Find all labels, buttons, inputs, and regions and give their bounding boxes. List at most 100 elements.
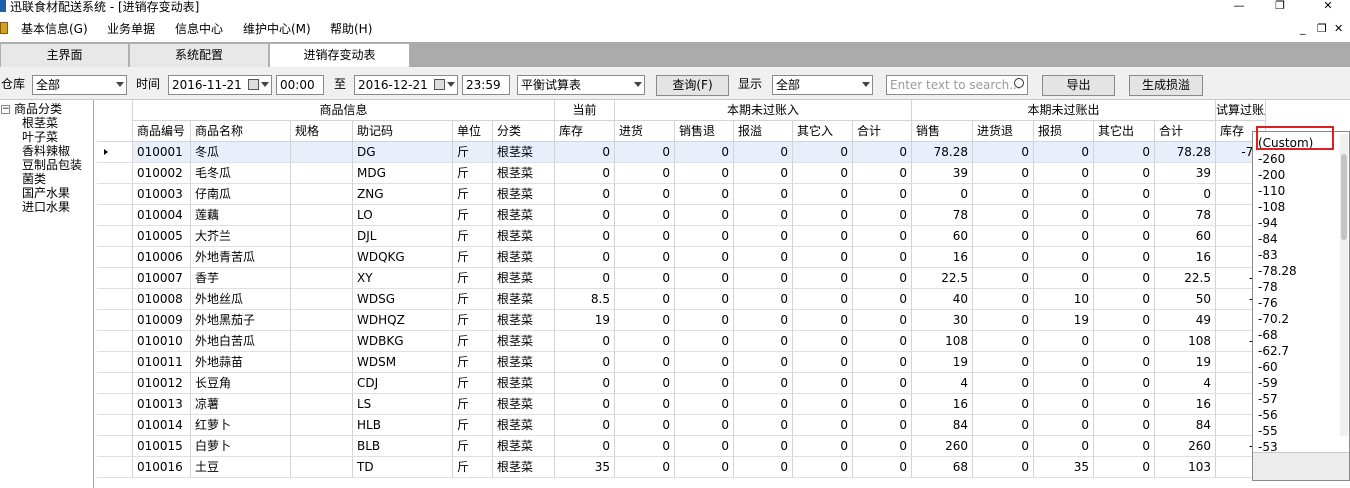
filter-option[interactable]: -260 <box>1258 151 1285 167</box>
table-cell[interactable]: 0 <box>675 310 734 331</box>
table-cell[interactable]: 0 <box>793 184 853 205</box>
table-cell[interactable]: 根茎菜 <box>493 457 555 478</box>
table-cell[interactable]: 0 <box>1034 268 1094 289</box>
table-cell[interactable]: TD <box>353 457 453 478</box>
table-cell[interactable]: MDG <box>353 163 453 184</box>
table-cell[interactable]: 斤 <box>453 163 493 184</box>
table-cell[interactable] <box>291 289 353 310</box>
table-cell[interactable]: 0 <box>1094 163 1155 184</box>
table-cell[interactable] <box>291 352 353 373</box>
table-cell[interactable]: 0 <box>853 205 912 226</box>
table-cell[interactable]: 10 <box>1034 289 1094 310</box>
table-cell[interactable]: 根茎菜 <box>493 373 555 394</box>
table-cell[interactable]: 108 <box>1155 331 1216 352</box>
mdi-close-button[interactable]: ✕ <box>1334 23 1343 35</box>
table-cell[interactable]: 0 <box>973 457 1034 478</box>
table-cell[interactable]: 根茎菜 <box>493 331 555 352</box>
table-cell[interactable]: 0 <box>793 289 853 310</box>
table-cell[interactable]: 0 <box>1094 205 1155 226</box>
table-cell[interactable]: 0 <box>973 226 1034 247</box>
table-cell[interactable]: 39 <box>1155 163 1216 184</box>
table-cell[interactable]: 根茎菜 <box>493 205 555 226</box>
table-cell[interactable]: 0 <box>853 331 912 352</box>
table-cell[interactable]: 0 <box>615 289 675 310</box>
table-cell[interactable]: 0 <box>675 457 734 478</box>
menu-maintenance[interactable]: 维护中心(M) <box>243 21 311 37</box>
table-cell[interactable]: 0 <box>734 436 793 457</box>
table-cell[interactable]: 0 <box>615 415 675 436</box>
table-cell[interactable]: 0 <box>1094 394 1155 415</box>
table-cell[interactable]: 斤 <box>453 268 493 289</box>
table-cell[interactable]: 0 <box>615 310 675 331</box>
table-cell[interactable]: 0 <box>555 142 615 163</box>
table-cell[interactable]: 0 <box>973 142 1034 163</box>
table-cell[interactable]: 外地蒜苗 <box>191 352 291 373</box>
table-cell[interactable]: 60 <box>912 226 973 247</box>
table-cell[interactable]: 0 <box>675 415 734 436</box>
close-button[interactable]: ✕ <box>1318 0 1338 14</box>
table-cell[interactable]: 0 <box>1094 226 1155 247</box>
collapse-icon[interactable]: − <box>1 105 10 114</box>
table-cell[interactable]: 0 <box>675 268 734 289</box>
table-cell[interactable] <box>291 394 353 415</box>
dropdown-scroll-thumb[interactable] <box>1341 154 1347 240</box>
table-cell[interactable]: 0 <box>793 457 853 478</box>
row-selector[interactable] <box>97 331 133 352</box>
column-header[interactable]: 报损 <box>1034 121 1094 142</box>
table-cell[interactable]: 78 <box>912 205 973 226</box>
column-filter-dropdown[interactable]: (Custom) -260 -200 -110 -108 -94 -84 -83 -78.28-… <box>1252 131 1350 481</box>
table-cell[interactable]: 0 <box>1034 226 1094 247</box>
table-cell[interactable]: 0 <box>793 226 853 247</box>
table-cell[interactable]: HLB <box>353 415 453 436</box>
table-cell[interactable]: 0 <box>1094 331 1155 352</box>
table-cell[interactable]: 84 <box>1155 415 1216 436</box>
table-cell[interactable]: 0 <box>1034 184 1094 205</box>
table-cell[interactable]: 0 <box>1094 310 1155 331</box>
table-cell[interactable]: 0 <box>615 205 675 226</box>
menu-info-center[interactable]: 信息中心 <box>175 21 223 37</box>
date-to-picker[interactable]: 2016-12-21 <box>354 75 458 95</box>
table-cell[interactable]: 斤 <box>453 142 493 163</box>
column-header[interactable]: 商品编号 <box>133 121 191 142</box>
filter-option[interactable]: -56 <box>1258 407 1278 423</box>
table-cell[interactable] <box>291 205 353 226</box>
table-cell[interactable]: 0 <box>675 226 734 247</box>
row-selector[interactable] <box>97 205 133 226</box>
table-cell[interactable]: 斤 <box>453 289 493 310</box>
table-cell[interactable] <box>291 142 353 163</box>
table-cell[interactable]: 40 <box>912 289 973 310</box>
table-cell[interactable] <box>291 373 353 394</box>
filter-option[interactable]: -70.2 <box>1258 311 1289 327</box>
table-cell[interactable]: 0 <box>853 184 912 205</box>
table-cell[interactable]: 0 <box>853 415 912 436</box>
table-cell[interactable]: 4 <box>912 373 973 394</box>
table-cell[interactable]: 根茎菜 <box>493 415 555 436</box>
table-cell[interactable]: 0 <box>1094 457 1155 478</box>
table-cell[interactable]: 0 <box>615 352 675 373</box>
table-cell[interactable]: 0 <box>734 142 793 163</box>
table-cell[interactable]: 22.5 <box>912 268 973 289</box>
tab-inventory-change[interactable]: 进销存变动表 <box>269 43 410 67</box>
table-cell[interactable]: 0 <box>853 142 912 163</box>
table-cell[interactable]: 0 <box>973 394 1034 415</box>
table-cell[interactable]: 0 <box>675 373 734 394</box>
tab-main[interactable]: 主界面 <box>0 43 129 67</box>
table-cell[interactable]: BLB <box>353 436 453 457</box>
table-cell[interactable]: 长豆角 <box>191 373 291 394</box>
table-cell[interactable]: 50 <box>1155 289 1216 310</box>
table-cell[interactable]: 0 <box>853 268 912 289</box>
table-cell[interactable]: 0 <box>1094 247 1155 268</box>
table-cell[interactable]: 0 <box>675 163 734 184</box>
column-header[interactable]: 进货 <box>615 121 675 142</box>
table-cell[interactable]: 0 <box>853 352 912 373</box>
menu-help[interactable]: 帮助(H) <box>330 21 372 37</box>
table-cell[interactable]: 0 <box>555 226 615 247</box>
table-cell[interactable]: 斤 <box>453 394 493 415</box>
row-selector[interactable] <box>97 373 133 394</box>
row-selector[interactable] <box>97 352 133 373</box>
column-header[interactable]: 单位 <box>453 121 493 142</box>
table-cell[interactable]: 莲藕 <box>191 205 291 226</box>
table-cell[interactable]: 010007 <box>133 268 191 289</box>
tree-node[interactable]: 豆制品包装 <box>22 158 82 172</box>
table-cell[interactable]: 0 <box>973 184 1034 205</box>
